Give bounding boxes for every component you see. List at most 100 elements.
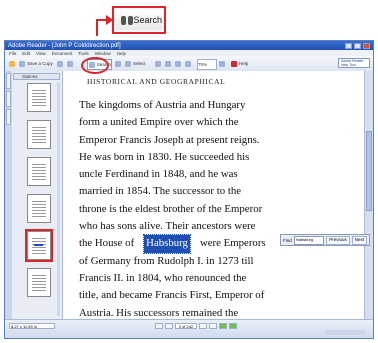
text-line: of Germany from Rudolph I. in 1273 till xyxy=(79,254,254,267)
menu-document[interactable]: Document xyxy=(52,51,73,56)
page-field[interactable]: 2 of 242 xyxy=(175,323,197,329)
side-tabs xyxy=(5,71,12,320)
actual-size-button[interactable] xyxy=(165,59,171,68)
help-button[interactable]: Help xyxy=(231,59,248,68)
toolbar: Save a Copy Search Select 75% Help Adobe… xyxy=(5,56,373,72)
title-bar: Adobe Reader - [John P Colddirection.pdf… xyxy=(5,41,373,50)
text-line: Austria. His successors remained the xyxy=(79,306,239,319)
hand-tool-button[interactable] xyxy=(115,59,121,68)
text-line: Francis II. in 1804, who renounced the xyxy=(79,271,247,284)
page-icon xyxy=(165,60,171,67)
close-button[interactable] xyxy=(363,42,370,49)
menu-window[interactable]: Window xyxy=(95,51,111,56)
prev-page-button[interactable] xyxy=(165,323,173,329)
page-body: The kingdoms of Austria and Hungary form… xyxy=(79,97,301,320)
page-navigation: 2 of 242 xyxy=(155,323,237,329)
search-highlight-circle xyxy=(81,57,109,74)
find-next-button[interactable]: Next xyxy=(351,235,367,245)
page-thumbnails xyxy=(25,83,53,305)
find-label: Find xyxy=(283,237,292,243)
printer-icon xyxy=(57,60,63,67)
zoom-value: 75% xyxy=(198,62,208,67)
page-size: 8.27 x 11.69 in xyxy=(9,323,55,329)
text-line-highlight: the House of Habsburg were Emperors xyxy=(79,234,301,254)
page-thumbnail-selected[interactable] xyxy=(25,229,53,262)
fit-page-button[interactable] xyxy=(175,59,181,68)
search-highlight: Habsburg xyxy=(143,234,191,254)
page-thumbnail[interactable] xyxy=(27,120,51,149)
find-previous-button[interactable]: Previous xyxy=(326,235,350,245)
find-input[interactable]: Habsburg xyxy=(293,235,325,245)
select-label: Select xyxy=(133,61,146,66)
email-icon xyxy=(67,60,73,67)
status-bar: 8.27 x 11.69 in 2 of 242 xyxy=(5,319,373,338)
text-fragment: the House of xyxy=(79,237,135,250)
select-tool-button[interactable]: Select xyxy=(125,59,146,68)
page-thumbnail[interactable] xyxy=(27,268,51,297)
menu-view[interactable]: View xyxy=(36,51,46,56)
document-view: HISTORICAL AND GEOGRAPHICAL The kingdoms… xyxy=(63,71,365,320)
text-line: The kingdoms of Austria and Hungary xyxy=(79,99,246,111)
thumbnail-scrollbar[interactable] xyxy=(57,83,60,316)
page-header: HISTORICAL AND GEOGRAPHICAL xyxy=(87,77,226,86)
window-title: Adobe Reader - [John P Colddirection.pdf… xyxy=(8,42,121,49)
fit-width-button[interactable] xyxy=(185,59,191,68)
rotate-icon xyxy=(219,60,225,67)
help-icon xyxy=(231,60,237,67)
horizontal-scrollbar[interactable] xyxy=(325,330,365,335)
tab-bookmarks[interactable] xyxy=(6,91,11,107)
page-thumbnail[interactable] xyxy=(27,157,51,186)
text-line: He was born in 1830. He succeeded his xyxy=(79,150,250,163)
first-page-button[interactable] xyxy=(155,323,163,329)
last-page-button[interactable] xyxy=(209,323,217,329)
email-button[interactable] xyxy=(67,59,73,68)
text-line: Emperor Francis Joseph at present reigns… xyxy=(79,133,260,146)
find-toolbar: Find Habsburg Previous Next xyxy=(280,234,370,246)
text-line: title, and became Francis First, Emperor… xyxy=(79,289,265,302)
help-tour-box[interactable]: Adobe Reader Help Tour xyxy=(338,58,370,68)
folder-icon xyxy=(9,60,15,67)
disk-icon xyxy=(19,60,25,67)
text-fragment: were Emperors xyxy=(199,237,266,250)
tab-signatures[interactable] xyxy=(6,109,11,125)
fit-width-icon xyxy=(185,60,191,67)
text-line: who has sons alive. Their ancestors were xyxy=(79,220,256,233)
menu-edit[interactable]: Edit xyxy=(22,51,30,56)
zoom-in-button[interactable] xyxy=(155,59,161,68)
cursor-icon xyxy=(125,60,131,67)
document-scrollbar[interactable] xyxy=(364,71,373,320)
open-button[interactable] xyxy=(9,59,15,68)
scrollbar-thumb[interactable] xyxy=(366,131,372,211)
next-page-button[interactable] xyxy=(199,323,207,329)
page-thumbnail[interactable] xyxy=(27,194,51,223)
pages-panel: Options xyxy=(5,71,63,320)
reader-window: Adobe Reader - [John P Colddirection.pdf… xyxy=(4,40,374,339)
zoom-icon xyxy=(155,60,161,67)
zoom-select[interactable]: 75% xyxy=(197,59,217,70)
search-button-zoomed[interactable]: Search xyxy=(116,10,162,30)
help-label: Help xyxy=(239,61,249,66)
minimize-button[interactable] xyxy=(345,42,352,49)
print-button[interactable] xyxy=(57,59,63,68)
search-callout: Search xyxy=(112,6,166,34)
menu-tools[interactable]: Tools xyxy=(78,51,89,56)
search-button-label: Search xyxy=(133,15,162,25)
text-line: uncle Ferdinand in 1848, and he was xyxy=(79,168,238,181)
tab-pages[interactable] xyxy=(6,73,11,89)
text-line: throne is the eldest brother of the Empe… xyxy=(79,202,263,215)
back-button[interactable] xyxy=(219,323,227,329)
text-line: form a united Empire over which the xyxy=(79,116,239,129)
maximize-button[interactable] xyxy=(354,42,361,49)
save-copy-button[interactable]: Save a Copy xyxy=(19,59,53,68)
hand-icon xyxy=(115,60,121,67)
text-line: married in 1854. The successor to the xyxy=(79,185,242,198)
forward-button[interactable] xyxy=(229,323,237,329)
save-copy-label: Save a Copy xyxy=(27,61,53,66)
menu-help[interactable]: Help xyxy=(117,51,126,56)
binoculars-icon xyxy=(120,14,134,26)
page-thumbnail[interactable] xyxy=(27,83,51,112)
options-menu[interactable]: Options xyxy=(13,73,60,80)
rotate-button[interactable] xyxy=(219,59,225,68)
callout-arrow xyxy=(96,20,98,36)
menu-file[interactable]: File xyxy=(9,51,16,56)
